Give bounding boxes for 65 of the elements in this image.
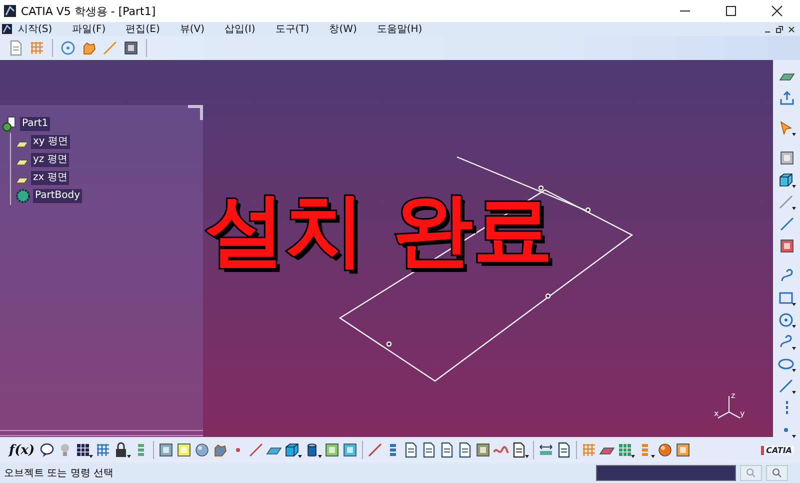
gear-icon: [15, 188, 31, 204]
menu-item[interactable]: 도구(T): [269, 22, 316, 36]
sphere-icon[interactable]: [194, 442, 210, 458]
search-button[interactable]: [766, 465, 788, 481]
menu-item[interactable]: 도움말(H): [370, 22, 428, 36]
rectangle-icon[interactable]: [778, 290, 794, 306]
app-icon: [2, 24, 12, 34]
square-icon[interactable]: [778, 238, 794, 254]
menu-item[interactable]: 파일(F): [66, 22, 112, 36]
part-icon: [2, 116, 18, 132]
table-icon[interactable]: [74, 442, 91, 458]
line-icon[interactable]: [248, 442, 264, 458]
square-icon[interactable]: [342, 442, 358, 458]
line-icon[interactable]: [778, 378, 794, 394]
document-icon[interactable]: [438, 442, 455, 458]
export-icon[interactable]: [778, 90, 794, 106]
circle-icon[interactable]: [778, 312, 794, 328]
restore-button[interactable]: [775, 24, 784, 34]
menu-item[interactable]: 편집(E): [120, 22, 166, 36]
close-button[interactable]: [787, 24, 796, 34]
square-icon[interactable]: [674, 442, 691, 458]
pointer-icon[interactable]: [778, 120, 794, 136]
menu-item[interactable]: 창(W): [323, 22, 363, 36]
document-icon[interactable]: [510, 442, 527, 458]
spline-icon[interactable]: [778, 268, 794, 284]
panel-corner: [188, 105, 203, 120]
cube-icon[interactable]: [778, 172, 794, 188]
tree-item[interactable]: PartBody: [33, 189, 82, 203]
scroll-bar[interactable]: [0, 430, 203, 436]
document-icon[interactable]: [556, 442, 572, 458]
ruler-icon[interactable]: [538, 442, 554, 458]
circle-icon[interactable]: [60, 40, 76, 56]
axis-triad: z x y: [713, 390, 747, 420]
document-icon[interactable]: [402, 442, 419, 458]
command-field[interactable]: [596, 465, 736, 481]
menu-item[interactable]: 삽입(I): [218, 22, 262, 36]
menu-item[interactable]: 뷰(V): [174, 22, 210, 36]
tree-item[interactable]: Part1: [20, 117, 50, 131]
app-icon: [4, 5, 16, 17]
formula-button[interactable]: f(x): [6, 442, 38, 458]
tree-item[interactable]: zx 평면: [31, 171, 70, 185]
menu-item[interactable]: 시작(S): [12, 22, 58, 36]
square-icon[interactable]: [176, 442, 192, 458]
cube-icon[interactable]: [284, 442, 300, 458]
logo: CATIA: [761, 446, 794, 454]
ellipse-icon[interactable]: [778, 356, 794, 372]
magnifier-icon: [772, 468, 782, 478]
sphere-icon[interactable]: [656, 442, 673, 458]
square-icon[interactable]: [474, 442, 491, 458]
square-icon[interactable]: [123, 40, 139, 56]
square-icon[interactable]: [324, 442, 340, 458]
chat-icon[interactable]: [38, 442, 55, 458]
tree-item[interactable]: yz 평면: [31, 153, 70, 167]
line-icon[interactable]: [366, 442, 383, 458]
spline-icon[interactable]: [778, 334, 794, 350]
document-icon[interactable]: [456, 442, 473, 458]
tree-item[interactable]: xy 평면: [31, 135, 70, 149]
status-message: 오브젝트 또는 명령 선택: [4, 467, 115, 480]
grid-icon[interactable]: [94, 442, 111, 458]
magnifier-icon: [746, 468, 756, 478]
document-icon[interactable]: [420, 442, 437, 458]
line-icon[interactable]: [778, 216, 794, 232]
window-title: CATIA V5 학생용 - [Part1]: [21, 4, 157, 18]
square-icon[interactable]: [158, 442, 174, 458]
square-icon[interactable]: [778, 150, 794, 166]
